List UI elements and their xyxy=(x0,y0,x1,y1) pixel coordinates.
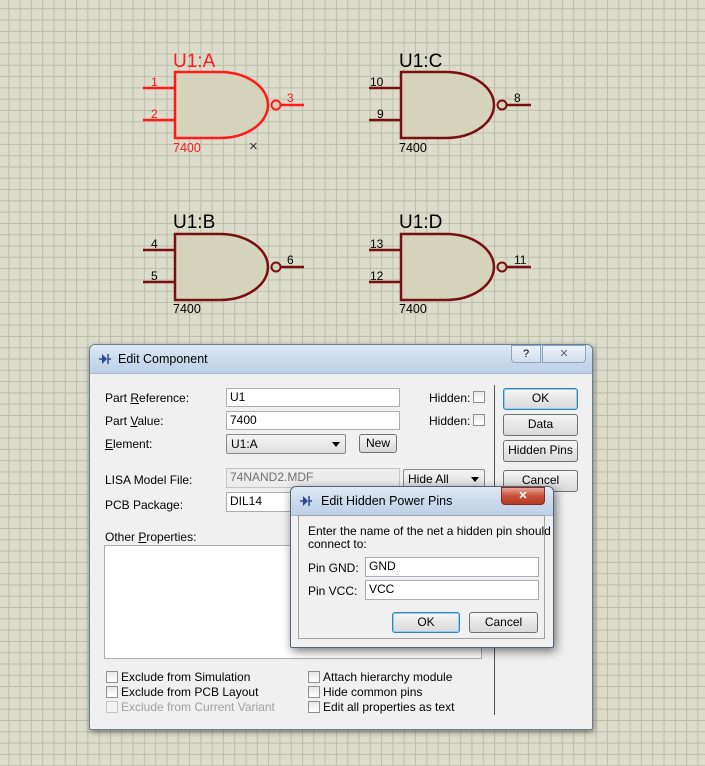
gate-u1d-pin-11: 11 xyxy=(514,253,527,267)
gate-u1d-pin-13: 13 xyxy=(370,237,384,251)
reference-hidden-checkbox[interactable] xyxy=(473,391,485,403)
part-value-label: Part Value: xyxy=(105,414,164,428)
close-button[interactable]: ✕ xyxy=(501,487,545,505)
instruction-text-line2: connect to: xyxy=(308,537,367,551)
instruction-text-line1: Enter the name of the net a hidden pin s… xyxy=(308,524,551,538)
ok-button[interactable]: OK xyxy=(503,388,578,410)
move-cursor-mark: × xyxy=(249,138,258,155)
edit-as-text-label: Edit all properties as text xyxy=(323,700,455,714)
gate-u1a-pin-1: 1 xyxy=(151,75,158,89)
pin-gnd-input[interactable]: GND xyxy=(365,557,539,577)
close-button[interactable]: ✕ xyxy=(542,345,586,363)
part-value-input[interactable]: 7400 xyxy=(226,411,400,430)
gate-u1b-pin-4: 4 xyxy=(151,237,158,251)
gate-u1a-body[interactable] xyxy=(173,70,270,140)
gate-u1c-pin-9: 9 xyxy=(377,107,384,121)
gate-u1a-title: U1:A xyxy=(173,51,216,72)
element-select-value: U1:A xyxy=(231,437,258,451)
edit-as-text-checkbox[interactable] xyxy=(308,701,320,713)
exclude-simulation-label: Exclude from Simulation xyxy=(121,670,251,684)
gate-u1b[interactable]: U1:B 4 5 6 7400 xyxy=(143,212,304,316)
data-button[interactable]: Data xyxy=(503,414,578,436)
gate-u1b-pin-6: 6 xyxy=(287,253,294,267)
gate-u1b-bubble xyxy=(270,261,282,273)
hide-common-pins-label: Hide common pins xyxy=(323,685,423,699)
schematic-canvas[interactable]: U1:A 1 2 3 7400 × U1:C 10 9 8 7400 U1:B … xyxy=(0,0,705,345)
gate-u1d-pin-12: 12 xyxy=(370,269,384,283)
edit-component-title: Edit Component xyxy=(118,352,208,366)
attach-hierarchy-label: Attach hierarchy module xyxy=(323,670,453,684)
ok-button[interactable]: OK xyxy=(392,612,460,633)
exclude-pcb-layout-checkbox[interactable] xyxy=(106,686,118,698)
gate-u1c-body[interactable] xyxy=(399,70,496,140)
exclude-simulation-checkbox[interactable] xyxy=(106,671,118,683)
part-reference-input[interactable]: U1 xyxy=(226,388,400,407)
gate-u1a-value: 7400 xyxy=(173,141,201,155)
gate-u1d[interactable]: U1:D 13 12 11 7400 xyxy=(369,212,531,316)
gate-u1d-body[interactable] xyxy=(399,232,496,302)
gate-u1b-body[interactable] xyxy=(173,232,270,302)
gate-u1d-bubble xyxy=(496,261,508,273)
attach-hierarchy-checkbox[interactable] xyxy=(308,671,320,683)
edit-hidden-pins-title: Edit Hidden Power Pins xyxy=(321,494,453,508)
pcb-package-label: PCB Package: xyxy=(105,498,184,512)
chevron-down-icon xyxy=(471,477,479,482)
hidden-label: Hidden: xyxy=(429,391,471,405)
gate-u1c[interactable]: U1:C 10 9 8 7400 xyxy=(369,51,531,155)
lisa-model-input[interactable]: 74NAND2.MDF xyxy=(226,468,400,488)
gate-u1b-value: 7400 xyxy=(173,302,201,316)
edit-component-titlebar[interactable]: Edit Component ? ✕ xyxy=(90,345,592,374)
gate-u1c-title: U1:C xyxy=(399,51,442,72)
pin-gnd-label: Pin GND: xyxy=(308,561,359,575)
edit-hidden-pins-dialog: Edit Hidden Power Pins ✕ Enter the name … xyxy=(290,486,554,648)
exclude-pcb-layout-label: Exclude from PCB Layout xyxy=(121,685,259,699)
pin-vcc-input[interactable]: VCC xyxy=(365,580,539,600)
cancel-button[interactable]: Cancel xyxy=(469,612,538,633)
element-select[interactable]: U1:A xyxy=(226,434,346,454)
help-button[interactable]: ? xyxy=(511,345,541,363)
other-properties-label: Other Properties: xyxy=(105,530,197,544)
gate-u1a-bubble xyxy=(270,99,282,111)
pin-vcc-label: Pin VCC: xyxy=(308,584,358,598)
chevron-down-icon xyxy=(332,442,340,447)
component-app-icon xyxy=(99,354,111,364)
value-hidden-checkbox[interactable] xyxy=(473,414,485,426)
gate-u1c-pin-8: 8 xyxy=(514,91,521,105)
gate-u1b-title: U1:B xyxy=(173,212,215,233)
hide-common-pins-checkbox[interactable] xyxy=(308,686,320,698)
gate-u1a-pin-3: 3 xyxy=(287,91,294,105)
hidden-label: Hidden: xyxy=(429,414,471,428)
gate-u1c-value: 7400 xyxy=(399,141,427,155)
new-button[interactable]: New xyxy=(359,434,397,453)
element-label: Element: xyxy=(105,437,153,451)
edit-hidden-pins-titlebar[interactable]: Edit Hidden Power Pins ✕ xyxy=(291,487,553,516)
gate-u1c-pin-10: 10 xyxy=(370,75,384,89)
part-reference-label: Part Reference: xyxy=(105,391,190,405)
exclude-current-variant-label: Exclude from Current Variant xyxy=(121,700,275,714)
gate-u1c-bubble xyxy=(496,99,508,111)
gate-u1d-value: 7400 xyxy=(399,302,427,316)
lisa-visibility-value: Hide All xyxy=(408,472,449,486)
hidden-pins-button[interactable]: Hidden Pins xyxy=(503,440,578,462)
gate-u1b-pin-5: 5 xyxy=(151,269,158,283)
exclude-current-variant-checkbox[interactable] xyxy=(106,701,118,713)
gate-u1a[interactable]: U1:A 1 2 3 7400 × xyxy=(143,51,304,155)
gate-u1a-pin-2: 2 xyxy=(151,107,158,121)
component-app-icon xyxy=(300,496,312,506)
gate-u1d-title: U1:D xyxy=(399,212,442,233)
lisa-model-label: LISA Model File: xyxy=(105,473,193,487)
